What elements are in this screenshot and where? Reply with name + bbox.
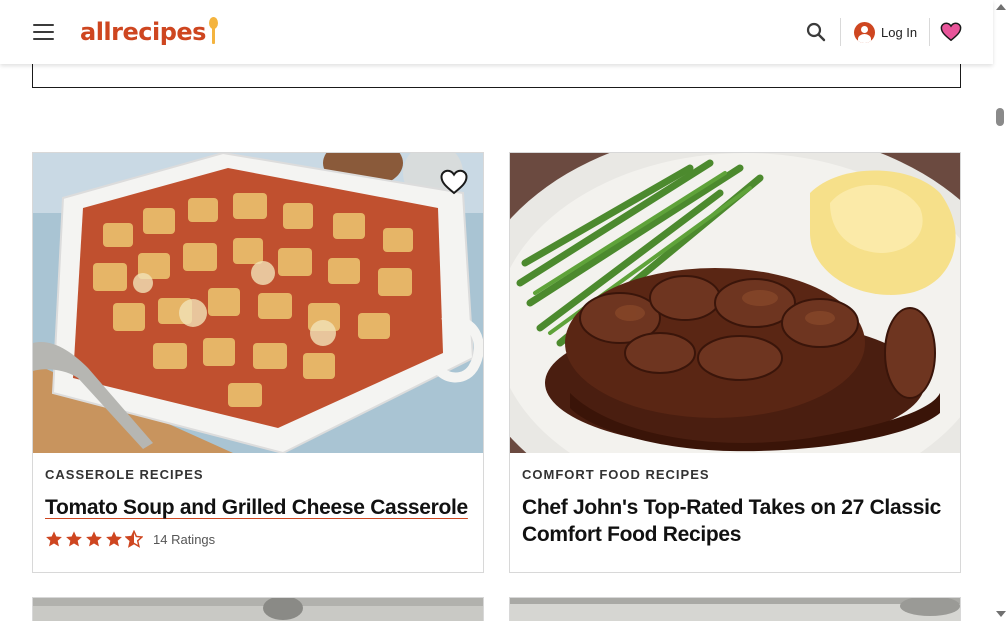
save-heart-icon[interactable] xyxy=(439,167,469,197)
heart-icon[interactable] xyxy=(940,21,962,43)
star-half-icon xyxy=(125,530,143,548)
search-icon[interactable] xyxy=(806,22,826,42)
site-header: allrecipes Log In xyxy=(0,0,993,64)
logo-text: allrecipes xyxy=(80,18,206,46)
user-avatar-icon xyxy=(854,21,875,43)
header-divider xyxy=(929,18,930,46)
login-button[interactable]: Log In xyxy=(854,21,917,43)
scroll-thumb[interactable] xyxy=(996,108,1004,126)
recipe-image-next xyxy=(33,598,483,621)
recipe-image[interactable] xyxy=(33,153,483,453)
ratings-count: 14 Ratings xyxy=(153,531,216,547)
star-full-icon xyxy=(46,531,62,547)
recipe-card[interactable]: COMFORT FOOD RECIPES Chef John's Top-Rat… xyxy=(509,152,961,573)
recipe-title[interactable]: Chef John's Top-Rated Takes on 27 Classi… xyxy=(522,494,948,548)
recipe-image-next xyxy=(510,598,960,621)
recipe-title[interactable]: Tomato Soup and Grilled Cheese Casserole xyxy=(45,494,471,521)
recipe-category-tag[interactable]: CASSEROLE RECIPES xyxy=(45,467,471,482)
page-scrollbar[interactable] xyxy=(993,0,1008,621)
salisbury-steak-photo xyxy=(510,153,960,453)
recipe-card[interactable]: CASSEROLE RECIPES Tomato Soup and Grille… xyxy=(32,152,484,573)
recipe-card-next[interactable] xyxy=(32,597,484,621)
allrecipes-logo[interactable]: allrecipes xyxy=(80,14,218,50)
star-full-icon xyxy=(66,531,82,547)
scroll-down-arrow-icon[interactable] xyxy=(996,611,1006,617)
recipe-image[interactable] xyxy=(510,153,960,453)
casserole-photo xyxy=(33,153,483,453)
recipe-category-tag[interactable]: COMFORT FOOD RECIPES xyxy=(522,467,948,482)
recipe-card-next[interactable] xyxy=(509,597,961,621)
star-rating: 14 Ratings xyxy=(45,530,471,548)
header-divider xyxy=(840,18,841,46)
scroll-up-arrow-icon[interactable] xyxy=(996,4,1006,10)
spoon-icon xyxy=(208,17,218,47)
hamburger-menu-icon[interactable] xyxy=(33,24,54,40)
star-full-icon xyxy=(86,531,102,547)
login-label: Log In xyxy=(881,24,918,40)
star-full-icon xyxy=(106,531,122,547)
